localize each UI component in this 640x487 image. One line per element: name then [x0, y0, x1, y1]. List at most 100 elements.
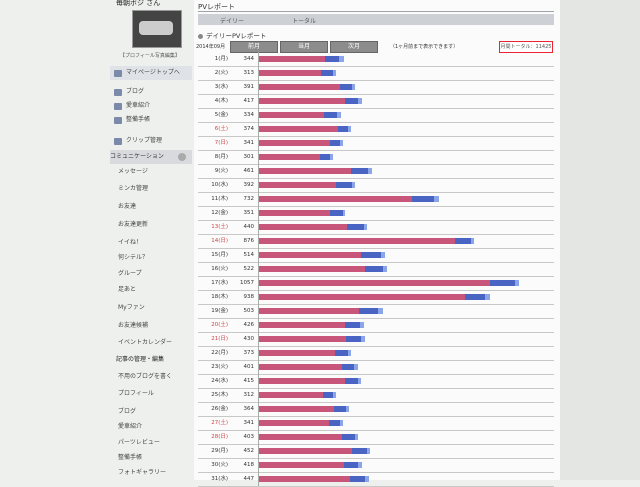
bar-segment [346, 336, 362, 342]
day-label: 6(土) [214, 126, 228, 132]
sidebar-item[interactable]: プロフィール [110, 387, 192, 401]
username: 毎朝ポジ さん [116, 0, 161, 7]
bar-segment [259, 112, 325, 118]
bar-segment [324, 112, 337, 118]
sidebar-item[interactable]: 整備手帳 [110, 451, 192, 465]
table-row: 5(金) 334 [198, 108, 554, 123]
day-label: 26(金) [211, 406, 228, 412]
sidebar-item[interactable]: クリップ管理 [110, 134, 192, 148]
table-row: 29(月) 452 [198, 444, 554, 459]
pv-bar [259, 210, 346, 216]
bar-segment [259, 266, 366, 272]
pv-bar [259, 406, 349, 412]
pv-value: 351 [243, 210, 255, 216]
sidebar-item[interactable]: 愛車紹介 [110, 420, 192, 434]
bar-segment [350, 168, 368, 174]
sidebar-item-label: 整備手帳 [118, 454, 143, 461]
pv-bar [259, 56, 344, 62]
pv-bar [259, 196, 440, 202]
bar-segment [259, 252, 362, 258]
sidebar-item[interactable]: マイページトップへ [110, 66, 192, 80]
pv-bar [259, 140, 343, 146]
table-row: 15(月) 514 [198, 248, 554, 263]
bar-segment [434, 196, 440, 202]
tab-daily[interactable]: デイリー [220, 16, 244, 25]
sidebar-item[interactable]: パーツレビュー [110, 436, 192, 450]
pv-bar [259, 252, 386, 258]
bar-segment [336, 182, 352, 188]
sidebar-item[interactable]: 何シテル？ [110, 251, 192, 265]
sidebar-item-label: イベントカレンダー [118, 339, 173, 346]
sidebar-item[interactable]: ブログ [110, 405, 192, 419]
pv-value: 401 [243, 364, 255, 370]
sidebar-item[interactable]: お友達 [110, 200, 192, 214]
bar-segment [490, 280, 515, 286]
bar-segment [354, 364, 358, 370]
sidebar-item[interactable]: イベントカレンダー [110, 336, 192, 350]
day-label: 3(水) [214, 84, 228, 90]
table-row: 3(水) 391 [198, 80, 554, 95]
sidebar-item[interactable]: 足あと [110, 283, 192, 297]
day-label: 19(金) [211, 308, 228, 314]
sidebar-item[interactable]: お友達候補 [110, 319, 192, 333]
avatar[interactable] [132, 10, 182, 48]
profile-photo-link[interactable]: 【プロフィール写真編集】 [120, 52, 180, 59]
sidebar-item[interactable]: Myファン [110, 301, 192, 315]
bar-segment [355, 434, 359, 440]
day-label: 27(土) [211, 420, 228, 426]
sidebar-item: コミュニケーション [110, 150, 192, 164]
day-label: 25(木) [211, 392, 228, 398]
table-row: 22(月) 373 [198, 346, 554, 361]
bar-segment [259, 140, 331, 146]
sidebar-item[interactable]: お友達更新 [110, 218, 192, 232]
bar-segment [344, 378, 358, 384]
bar-segment [259, 420, 329, 426]
sidebar-item-label: ミンカ管理 [118, 185, 149, 192]
tab-total[interactable]: トータル [292, 16, 316, 25]
sidebar-item-label: 不用のブログを書く [118, 373, 173, 380]
pv-bar [259, 84, 356, 90]
pv-bar [259, 434, 359, 440]
pv-bar [259, 364, 358, 370]
day-label: 9(火) [214, 168, 228, 174]
pv-bar [259, 420, 343, 426]
sidebar-item[interactable]: グループ [110, 267, 192, 281]
bar-segment [361, 336, 365, 342]
sidebar-item[interactable]: イイね！ [110, 236, 192, 250]
month-label: 2014年09月 [196, 44, 226, 50]
table-row: 13(土) 440 [198, 220, 554, 235]
sidebar-item: 記事の管理・編集 [110, 353, 192, 367]
sidebar-item[interactable]: フォトギャラリー [110, 466, 192, 480]
bar-segment [350, 476, 366, 482]
sidebar-item[interactable]: 整備手帳 [110, 113, 192, 127]
bar-segment [259, 210, 330, 216]
bar-segment [259, 364, 342, 370]
pv-value: 452 [243, 448, 255, 454]
table-row: 24(水) 415 [198, 374, 554, 389]
day-label: 15(月) [211, 252, 228, 258]
bar-segment [259, 280, 491, 286]
bar-segment [357, 378, 362, 384]
sidebar-item[interactable]: ミンカ管理 [110, 182, 192, 196]
bar-segment [346, 224, 364, 230]
bar-segment [358, 462, 362, 468]
car-icon [114, 102, 122, 110]
sidebar-item[interactable]: 愛車紹介 [110, 99, 192, 113]
day-label: 14(日) [211, 238, 228, 244]
sidebar-item-label: イイね！ [118, 239, 143, 246]
table-row: 10(水) 392 [198, 178, 554, 193]
bar-segment [348, 350, 351, 356]
bar-segment [411, 196, 435, 202]
day-label: 11(木) [211, 196, 228, 202]
bar-segment [259, 224, 347, 230]
triangle-icon [114, 69, 122, 77]
pv-bar [259, 126, 351, 132]
sidebar-item[interactable]: メッセージ [110, 165, 192, 179]
sidebar-item[interactable]: 不用のブログを書く [110, 370, 192, 384]
collapse-icon[interactable] [178, 153, 186, 161]
bar-segment [378, 308, 383, 314]
bar-segment [367, 168, 373, 174]
day-label: 5(金) [214, 112, 228, 118]
blog-icon [114, 88, 122, 96]
sidebar-item[interactable]: ブログ [110, 85, 192, 99]
